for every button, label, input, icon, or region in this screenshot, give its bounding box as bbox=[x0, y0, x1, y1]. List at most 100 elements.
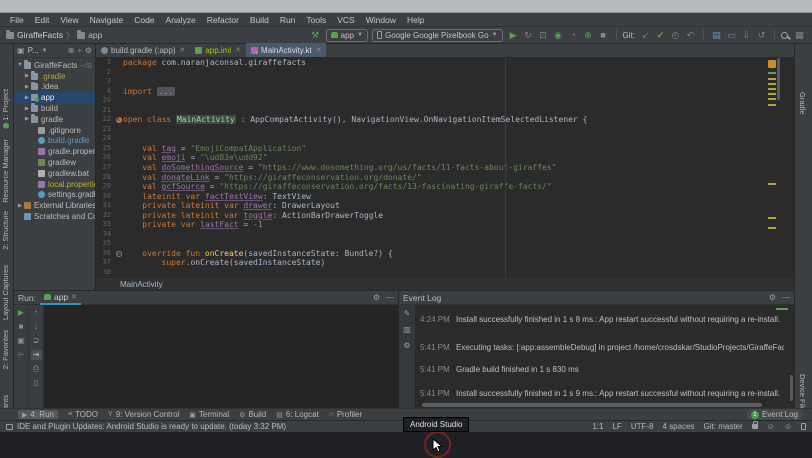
screen-reader-icon[interactable] bbox=[801, 423, 806, 430]
override-icon[interactable]: o bbox=[116, 251, 122, 257]
tree-item-build[interactable]: ▶build bbox=[14, 103, 95, 114]
tree-item-idea[interactable]: ▶.idea bbox=[14, 82, 95, 93]
line-number[interactable]: 31 bbox=[96, 201, 114, 211]
tree-item-external-libraries[interactable]: ▶External Libraries bbox=[14, 200, 95, 211]
tree-item-gradle[interactable]: ▶gradle bbox=[14, 114, 95, 125]
expand-arrow-icon[interactable]: ▼ bbox=[16, 62, 24, 68]
menu-item-view[interactable]: View bbox=[55, 15, 83, 25]
editor-breadcrumb[interactable]: MainActivity bbox=[96, 278, 794, 290]
menu-item-analyze[interactable]: Analyze bbox=[161, 15, 201, 25]
tree-item-local-properties[interactable]: local.properties bbox=[14, 179, 95, 190]
tool-window-profiler[interactable]: ∩Profiler bbox=[329, 410, 362, 419]
locate-file-icon[interactable]: ⊕ bbox=[68, 46, 75, 55]
minimize-icon[interactable]: — bbox=[782, 293, 790, 302]
tree-item-gradle-properties[interactable]: gradle.properties bbox=[14, 146, 95, 157]
line-number[interactable]: 20 bbox=[96, 96, 114, 106]
run-icon[interactable]: ▶ bbox=[507, 29, 520, 42]
tool-strip-layout-captures[interactable]: Layout Captures bbox=[1, 265, 10, 320]
code-editor[interactable]: 1package com.naranjaconsal.giraffefacts2… bbox=[96, 58, 794, 278]
gear-icon[interactable]: ⚙ bbox=[373, 293, 380, 302]
print-icon[interactable]: ⎙ bbox=[31, 364, 42, 374]
edit-log-icon[interactable]: ✎ bbox=[404, 309, 411, 318]
tab-build-gradle-app[interactable]: build.gradle (:app)✕ bbox=[96, 43, 190, 57]
menu-item-refactor[interactable]: Refactor bbox=[202, 15, 244, 25]
line-number[interactable]: 25 bbox=[96, 144, 114, 154]
tool-window-terminal[interactable]: ▣Terminal bbox=[189, 410, 229, 419]
device-manager-icon[interactable]: ▤ bbox=[710, 29, 723, 42]
line-number[interactable]: 28 bbox=[96, 173, 114, 183]
stop-icon[interactable]: ■ bbox=[597, 29, 610, 42]
close-icon[interactable]: ✕ bbox=[316, 46, 322, 54]
log-settings-icon[interactable]: ⚙ bbox=[403, 341, 410, 350]
tool-strip-gradle[interactable]: Gradle bbox=[798, 92, 807, 115]
menu-item-code[interactable]: Code bbox=[129, 15, 159, 25]
attach-debugger-icon[interactable]: ⊕ bbox=[582, 29, 595, 42]
indent-style[interactable]: 4 spaces bbox=[663, 422, 695, 431]
commit-icon[interactable]: ✔ bbox=[654, 29, 667, 42]
update-project-icon[interactable]: ↙ bbox=[639, 29, 652, 42]
menu-item-build[interactable]: Build bbox=[245, 15, 274, 25]
breadcrumb-module[interactable]: app bbox=[88, 30, 102, 40]
layout-inspector-icon[interactable]: ▦ bbox=[793, 29, 806, 42]
menu-item-run[interactable]: Run bbox=[275, 15, 301, 25]
line-number[interactable]: 34 bbox=[96, 230, 114, 240]
tool-window-todo[interactable]: ≡TODO bbox=[68, 410, 98, 419]
line-number[interactable]: 30 bbox=[96, 192, 114, 202]
run-console-output[interactable] bbox=[44, 305, 398, 409]
line-number[interactable]: 29 bbox=[96, 182, 114, 192]
menu-item-help[interactable]: Help bbox=[402, 15, 429, 25]
tool-window-4-run[interactable]: ▶4: Run bbox=[18, 410, 58, 419]
caret-position[interactable]: 1:1 bbox=[592, 422, 603, 431]
close-icon[interactable]: ✕ bbox=[179, 46, 185, 54]
search-everywhere-icon[interactable] bbox=[781, 32, 788, 39]
apply-code-changes-icon[interactable]: ⊡ bbox=[537, 29, 550, 42]
menu-item-vcs[interactable]: VCS bbox=[332, 15, 359, 25]
tree-item-giraffefacts[interactable]: ▼GiraffeFacts~/S bbox=[14, 60, 95, 71]
menu-item-edit[interactable]: Edit bbox=[30, 15, 55, 25]
sdk-manager-icon[interactable]: ⇩ bbox=[740, 29, 753, 42]
line-number[interactable]: 1 bbox=[96, 58, 114, 68]
horizontal-scrollbar[interactable] bbox=[422, 403, 762, 407]
line-number[interactable]: 32 bbox=[96, 211, 114, 221]
close-icon[interactable]: ✕ bbox=[71, 293, 77, 301]
tool-window-6-logcat[interactable]: ▤6: Logcat bbox=[276, 410, 319, 419]
menu-item-window[interactable]: Window bbox=[361, 15, 401, 25]
line-number[interactable]: 2 bbox=[96, 68, 114, 78]
tree-item-gradlew[interactable]: gradlew bbox=[14, 157, 95, 168]
tree-item-build-gradle[interactable]: build.gradle bbox=[14, 136, 95, 147]
breadcrumb-project[interactable]: GiraffeFacts bbox=[17, 30, 63, 40]
stop-icon[interactable]: ■ bbox=[16, 322, 27, 332]
tree-item-gradle[interactable]: ▶.gradle bbox=[14, 71, 95, 82]
soft-wrap-icon[interactable]: ⊋ bbox=[31, 336, 42, 346]
tree-item-settings-gradle[interactable]: settings.gradle bbox=[14, 190, 95, 201]
vertical-scrollbar[interactable] bbox=[790, 375, 793, 401]
clear-log-icon[interactable]: ▥ bbox=[403, 325, 411, 334]
tree-item-gradlew-bat[interactable]: gradlew.bat bbox=[14, 168, 95, 179]
expand-arrow-icon[interactable]: ▶ bbox=[23, 116, 31, 122]
menu-item-file[interactable]: File bbox=[5, 15, 29, 25]
feedback-smiley-icon[interactable]: ☺ bbox=[767, 422, 775, 431]
gear-icon[interactable]: ⚙ bbox=[769, 293, 776, 302]
line-number[interactable]: 4 bbox=[96, 87, 114, 97]
editor-scrollbar[interactable] bbox=[777, 58, 780, 100]
close-icon[interactable]: ✕ bbox=[235, 46, 241, 54]
menu-item-tools[interactable]: Tools bbox=[301, 15, 331, 25]
readonly-lock-icon[interactable] bbox=[752, 424, 758, 429]
debug-icon[interactable]: ◉ bbox=[552, 29, 565, 42]
tool-strip-resource-manager[interactable]: Resource Manager bbox=[1, 139, 10, 203]
line-number[interactable]: 21 bbox=[96, 106, 114, 116]
tree-item-app[interactable]: ▶app bbox=[14, 92, 95, 103]
line-number[interactable]: 24 bbox=[96, 134, 114, 144]
menu-item-navigate[interactable]: Navigate bbox=[85, 15, 129, 25]
run-tab-app[interactable]: app ✕ bbox=[40, 291, 81, 305]
line-number[interactable]: 36 bbox=[96, 249, 114, 259]
tool-strip-1-project[interactable]: 1: Project bbox=[1, 89, 10, 131]
feedback-frown-icon[interactable]: ☺ bbox=[784, 422, 792, 431]
line-ending[interactable]: LF bbox=[612, 422, 621, 431]
gear-icon[interactable]: ⚙ bbox=[85, 46, 92, 55]
event-log-content[interactable]: 4:24 PMInstall successfully finished in … bbox=[416, 305, 794, 409]
down-stack-trace-icon[interactable]: ↓ bbox=[31, 322, 42, 332]
up-stack-trace-icon[interactable]: ↑ bbox=[31, 308, 42, 318]
collapse-all-icon[interactable]: ÷ bbox=[77, 46, 81, 55]
event-log-button[interactable]: 1 Event Log bbox=[747, 409, 802, 420]
